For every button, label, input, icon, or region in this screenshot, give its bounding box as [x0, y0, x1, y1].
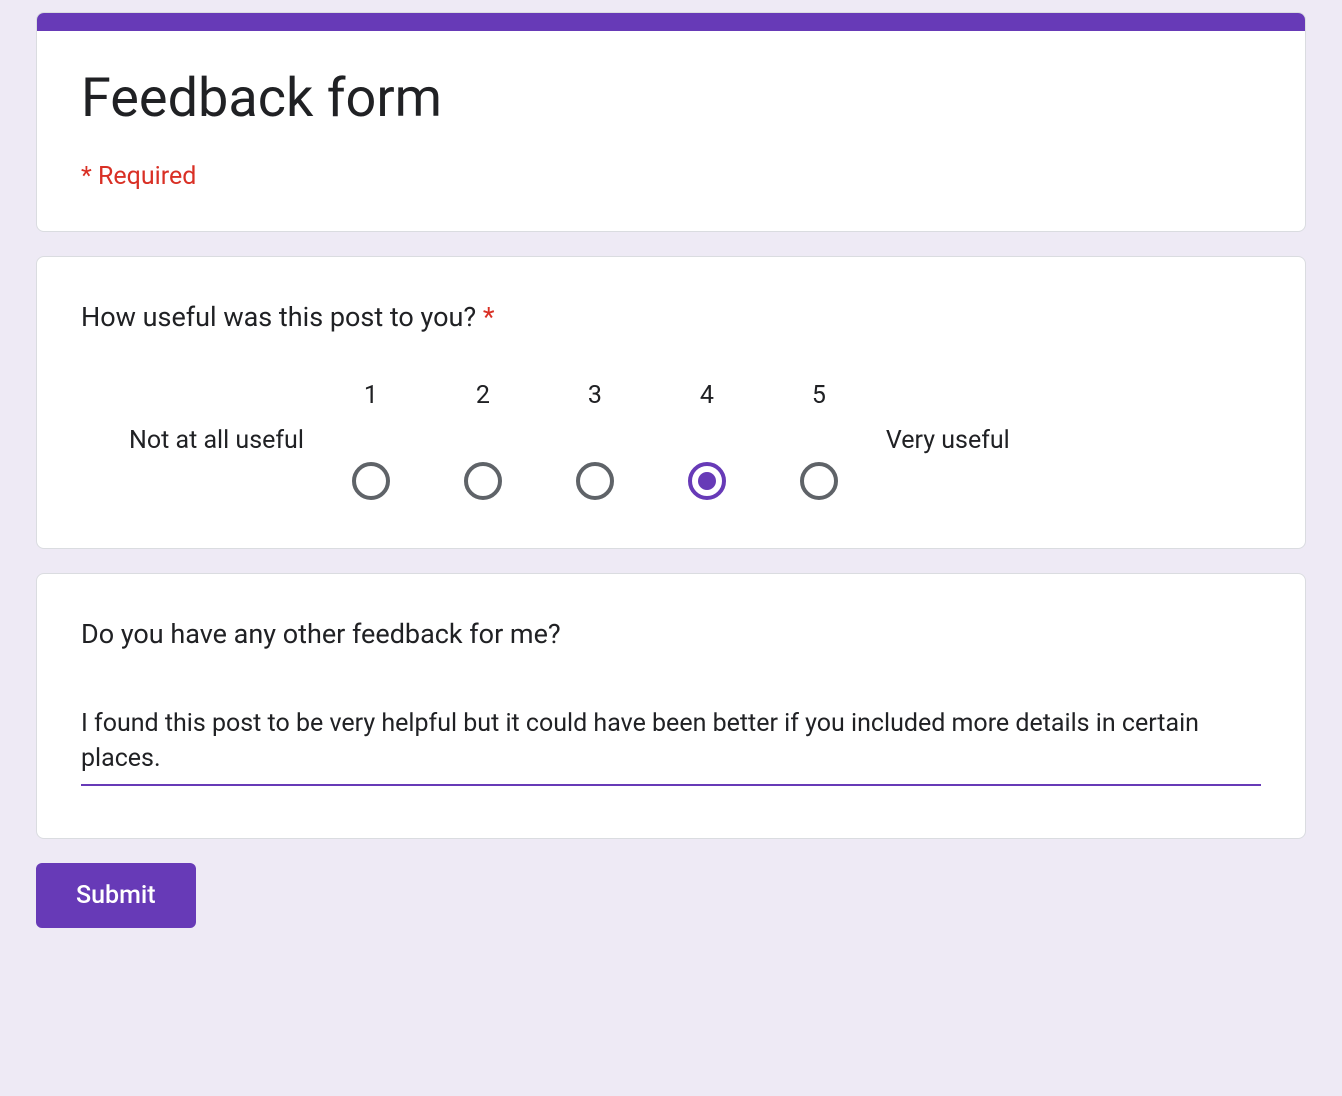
- rating-question-title: How useful was this post to you? *: [81, 301, 1261, 333]
- radio-5[interactable]: [800, 462, 838, 500]
- form-title: Feedback form: [81, 67, 1261, 130]
- radio-3[interactable]: [576, 462, 614, 500]
- form-header-card: Feedback form * Required: [36, 12, 1306, 232]
- feedback-question-card: Do you have any other feedback for me?: [36, 573, 1306, 839]
- scale-low-label: Not at all useful: [81, 426, 352, 455]
- feedback-textarea[interactable]: [81, 698, 1261, 786]
- scale-high-label: Very useful: [838, 426, 1010, 455]
- scale-option-4: 4: [688, 381, 726, 500]
- scale-number-4: 4: [700, 381, 714, 410]
- scale-options: 1 2 3 4 5: [352, 381, 838, 500]
- scale-option-5: 5: [800, 381, 838, 500]
- scale-number-2: 2: [476, 381, 490, 410]
- scale-option-1: 1: [352, 381, 390, 500]
- rating-question-card: How useful was this post to you? * Not a…: [36, 256, 1306, 549]
- scale-option-3: 3: [576, 381, 614, 500]
- required-asterisk: *: [483, 301, 495, 333]
- header-accent-bar: [37, 13, 1305, 31]
- required-note: * Required: [81, 162, 1261, 191]
- scale-number-5: 5: [812, 381, 826, 410]
- scale-number-3: 3: [588, 381, 602, 410]
- rating-question-text: How useful was this post to you?: [81, 301, 483, 333]
- radio-1[interactable]: [352, 462, 390, 500]
- submit-button[interactable]: Submit: [36, 863, 196, 928]
- radio-2[interactable]: [464, 462, 502, 500]
- header-content: Feedback form * Required: [37, 31, 1305, 231]
- scale-number-1: 1: [364, 381, 378, 410]
- rating-scale: Not at all useful 1 2 3 4 5 Ver: [81, 381, 1261, 500]
- radio-4[interactable]: [688, 462, 726, 500]
- scale-option-2: 2: [464, 381, 502, 500]
- feedback-question-title: Do you have any other feedback for me?: [81, 618, 1261, 650]
